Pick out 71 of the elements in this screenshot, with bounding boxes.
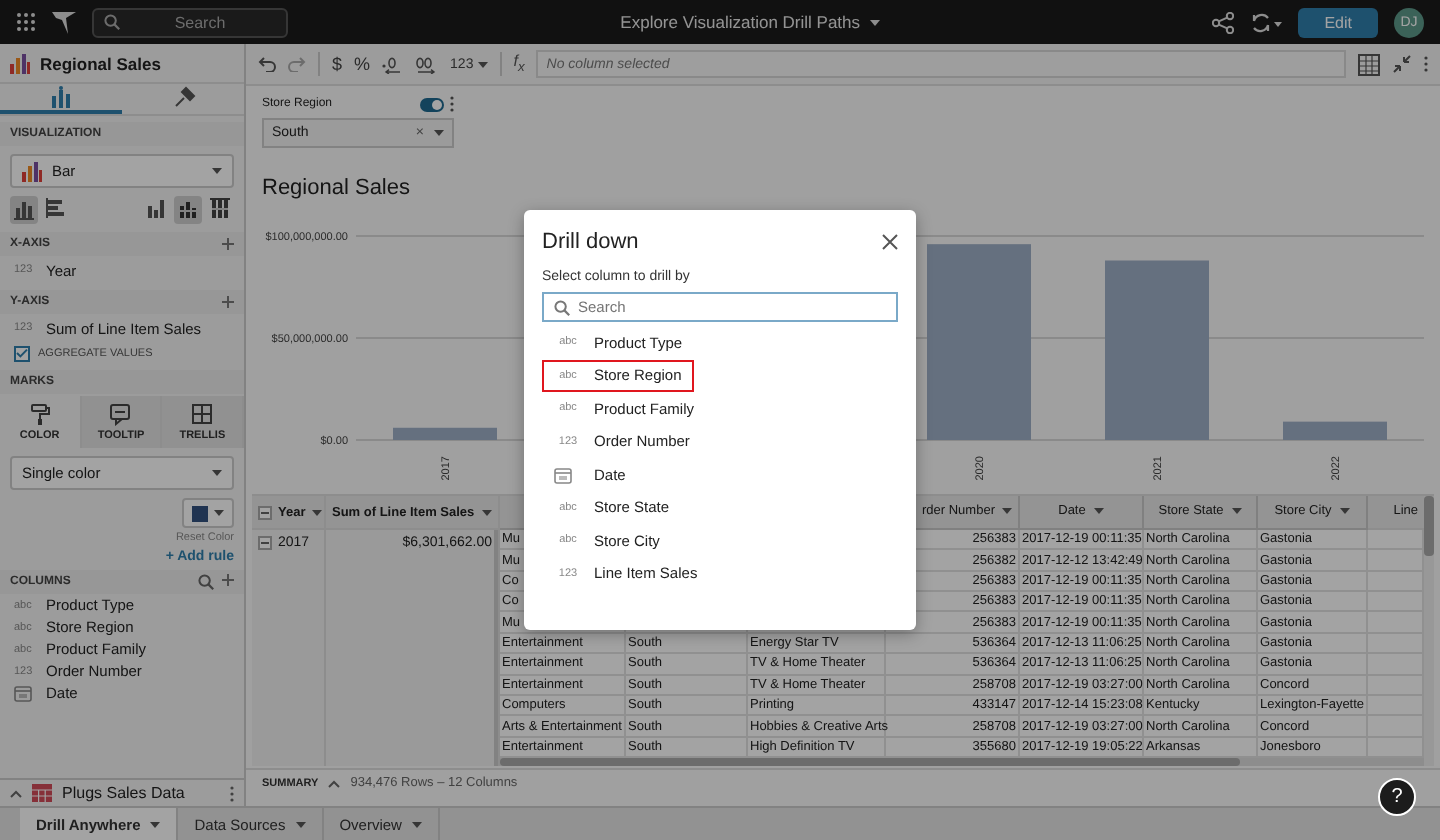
search-icon [104, 14, 120, 30]
caret-icon [477, 61, 488, 67]
calendar-icon [14, 684, 32, 702]
trellis-grid-icon [192, 403, 213, 425]
horizontal-bar-chart-icon [46, 198, 66, 220]
bar-chart-icon [10, 53, 30, 73]
horizontal-bar-chart-button[interactable] [42, 195, 70, 223]
chart-title: Regional Sales [260, 174, 412, 204]
plus-icon[interactable] [222, 238, 234, 250]
stacked-column-chart-icon [178, 198, 198, 220]
column-chart-icon [14, 198, 34, 220]
color-picker-button[interactable] [182, 498, 234, 528]
collapse-toggle[interactable] [258, 505, 272, 519]
brush-tab-icon [171, 85, 195, 109]
close-button[interactable] [882, 234, 898, 250]
check-icon [16, 348, 28, 358]
caret-icon [434, 130, 444, 136]
formula-icon: f$_{x}$ [513, 52, 525, 76]
increase-decimals-icon[interactable] [414, 55, 439, 73]
grouped-column-chart-button[interactable] [142, 195, 170, 223]
refresh-icon[interactable] [1250, 11, 1283, 33]
table-view-icon[interactable] [1358, 53, 1380, 75]
share-icon[interactable] [1212, 11, 1235, 33]
search-field[interactable]: Search [92, 7, 288, 37]
calendar-icon [554, 465, 572, 484]
chevron-up-icon[interactable] [10, 789, 22, 797]
workbook-title[interactable]: Explore Visualization Drill Paths [620, 12, 861, 32]
bar-chart-icon [22, 161, 42, 181]
collapse-icon[interactable] [1392, 54, 1412, 74]
plus-icon[interactable] [222, 574, 234, 586]
undo-icon[interactable] [258, 56, 276, 72]
chart-tab-icon [49, 85, 73, 109]
search-icon [198, 574, 214, 590]
search-icon [554, 299, 570, 315]
format-button[interactable]: $ [332, 54, 343, 74]
checkbox[interactable] [14, 345, 30, 361]
horizontal-scrollbar[interactable] [500, 758, 1240, 767]
search-input[interactable]: Search [130, 13, 270, 31]
full-stacked-column-chart-button[interactable] [206, 195, 234, 223]
stacked-column-chart-button[interactable] [174, 195, 202, 223]
minus-icon [260, 538, 270, 548]
vertical-scrollbar[interactable] [1424, 496, 1434, 556]
chart-tab[interactable] [0, 84, 122, 114]
caret-icon [150, 821, 161, 827]
logo-icon[interactable] [52, 11, 76, 33]
caret-icon [212, 168, 222, 174]
panel-title: Regional Sales [40, 53, 161, 73]
caret-icon [212, 470, 222, 476]
speech-bubble-icon [110, 403, 131, 425]
data-source-name[interactable]: Plugs Sales Data [62, 784, 220, 802]
full-stacked-column-chart-icon [210, 198, 230, 220]
paint-roller-icon [29, 403, 50, 425]
caret-icon [482, 509, 492, 515]
chevron-up-icon[interactable] [328, 779, 341, 787]
close-icon [882, 234, 898, 250]
dialog-title: Drill down [542, 230, 639, 254]
caret-icon [411, 821, 422, 827]
grouped-column-chart-icon [146, 198, 166, 220]
plus-icon[interactable] [222, 296, 234, 308]
format-button[interactable]: % [354, 54, 371, 74]
caret-icon [214, 510, 224, 516]
edit-button[interactable]: Edit [1298, 7, 1378, 37]
collapse-toggle[interactable] [258, 536, 272, 550]
app-grid-icon[interactable] [16, 12, 36, 32]
caret-icon [311, 509, 322, 515]
minus-icon [260, 507, 270, 517]
caret-icon [870, 19, 881, 25]
decrease-decimals-icon[interactable] [382, 55, 403, 73]
toggle-switch[interactable] [420, 97, 444, 111]
caret-icon [295, 821, 306, 827]
column-chart-button[interactable] [10, 195, 38, 223]
